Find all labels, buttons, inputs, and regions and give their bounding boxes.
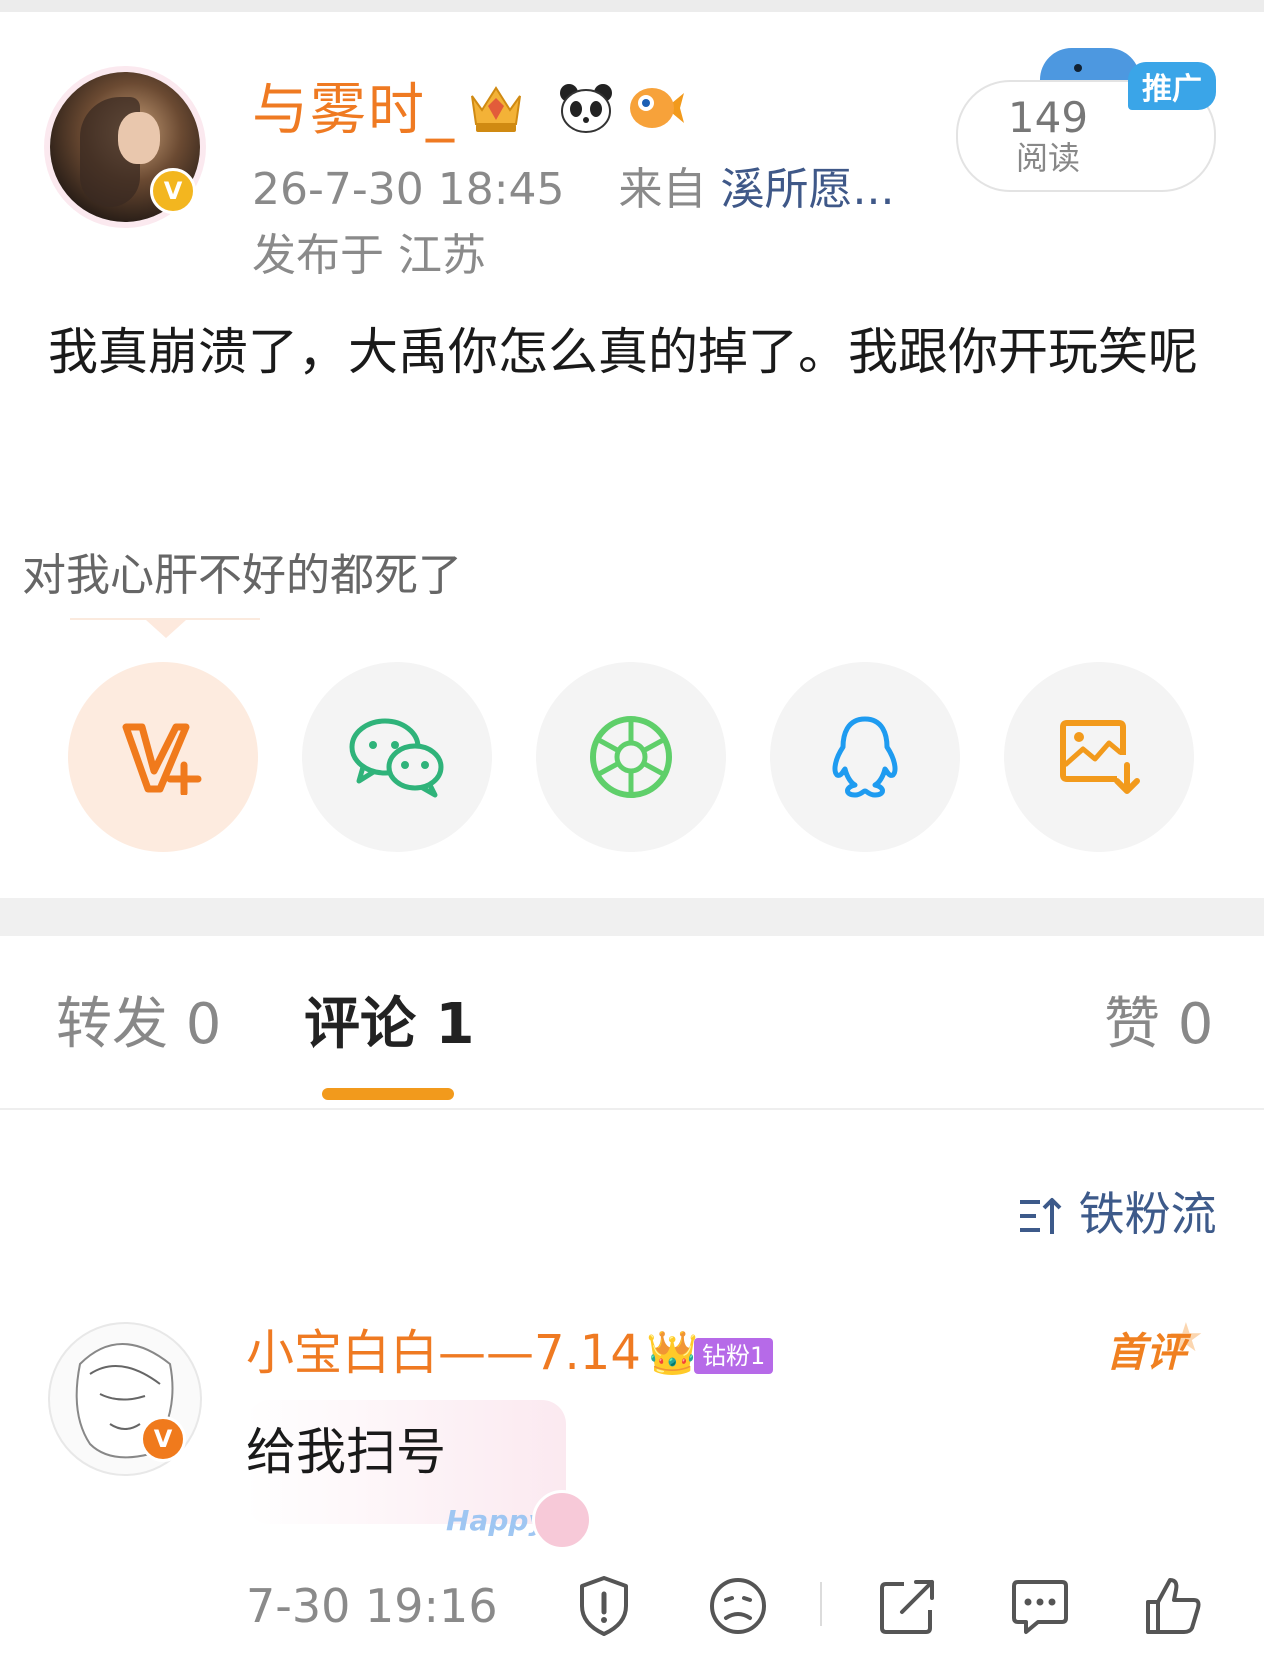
source-prefix: 来自: [618, 164, 707, 215]
fish-icon[interactable]: [626, 80, 686, 136]
pointer-triangle: [146, 620, 186, 638]
tab-repost[interactable]: 转发 0: [56, 990, 221, 1060]
share-qq-button[interactable]: [770, 662, 960, 852]
panda-icon[interactable]: [556, 80, 616, 136]
post-location: 发布于 江苏: [252, 230, 486, 281]
sort-icon: [1020, 1198, 1062, 1234]
wechat-icon: [349, 718, 444, 798]
share-wechat-button[interactable]: [302, 662, 492, 852]
weibo-share-icon: [122, 723, 202, 795]
report-icon[interactable]: [572, 1574, 636, 1638]
author-name[interactable]: 与雾时_: [252, 76, 456, 146]
read-count: 149: [1007, 93, 1089, 142]
active-tab-indicator: [322, 1088, 454, 1100]
read-label: 阅读: [1015, 139, 1080, 177]
tab-like[interactable]: 赞 0: [1104, 990, 1213, 1060]
share-weibo-button[interactable]: [68, 662, 258, 852]
post-timestamp: 26-7-30 18:45: [252, 164, 565, 215]
section-separator: [0, 898, 1264, 936]
top-divider: [0, 0, 1264, 12]
promote-badge[interactable]: 推广: [1128, 62, 1216, 110]
commenter-name[interactable]: 小宝白白——7.14: [246, 1322, 641, 1384]
qq-icon: [832, 716, 898, 798]
action-divider: [820, 1582, 822, 1626]
first-comment-badge: 首评: [1106, 1330, 1186, 1376]
post-subtext: 对我心肝不好的都死了: [22, 550, 462, 601]
commenter-verified-icon: V: [140, 1416, 186, 1462]
verified-badge-icon: V: [150, 168, 196, 214]
crown-icon: 👑: [646, 1328, 699, 1377]
bubble-decoration-icon: [532, 1490, 592, 1550]
reply-comment-icon[interactable]: [1008, 1574, 1072, 1638]
post-meta: 26-7-30 18:45 来自 溪所愿...: [252, 162, 894, 218]
post-source-link[interactable]: 溪所愿...: [721, 164, 895, 215]
sort-label: 铁粉流: [1078, 1187, 1217, 1241]
save-image-button[interactable]: [1004, 662, 1194, 852]
fan-badge[interactable]: 钻粉1: [694, 1338, 774, 1374]
save-image-icon: [1060, 720, 1140, 794]
tab-comment[interactable]: 评论 1: [304, 990, 474, 1060]
share-moments-button[interactable]: [536, 662, 726, 852]
comment-time: 7-30 19:16: [246, 1579, 498, 1633]
crown-badge-icon[interactable]: [466, 80, 526, 136]
comment-text[interactable]: 给我扫号: [246, 1420, 446, 1484]
tabs-divider: [0, 1108, 1264, 1110]
like-icon[interactable]: [1140, 1574, 1204, 1638]
moments-icon: [590, 716, 672, 798]
sort-button[interactable]: 铁粉流: [1018, 1186, 1217, 1242]
share-icon[interactable]: [876, 1574, 940, 1638]
dislike-face-icon[interactable]: [706, 1574, 770, 1638]
post-text: 我真崩溃了，大禹你怎么真的掉了。我跟你开玩笑呢: [48, 323, 1198, 381]
